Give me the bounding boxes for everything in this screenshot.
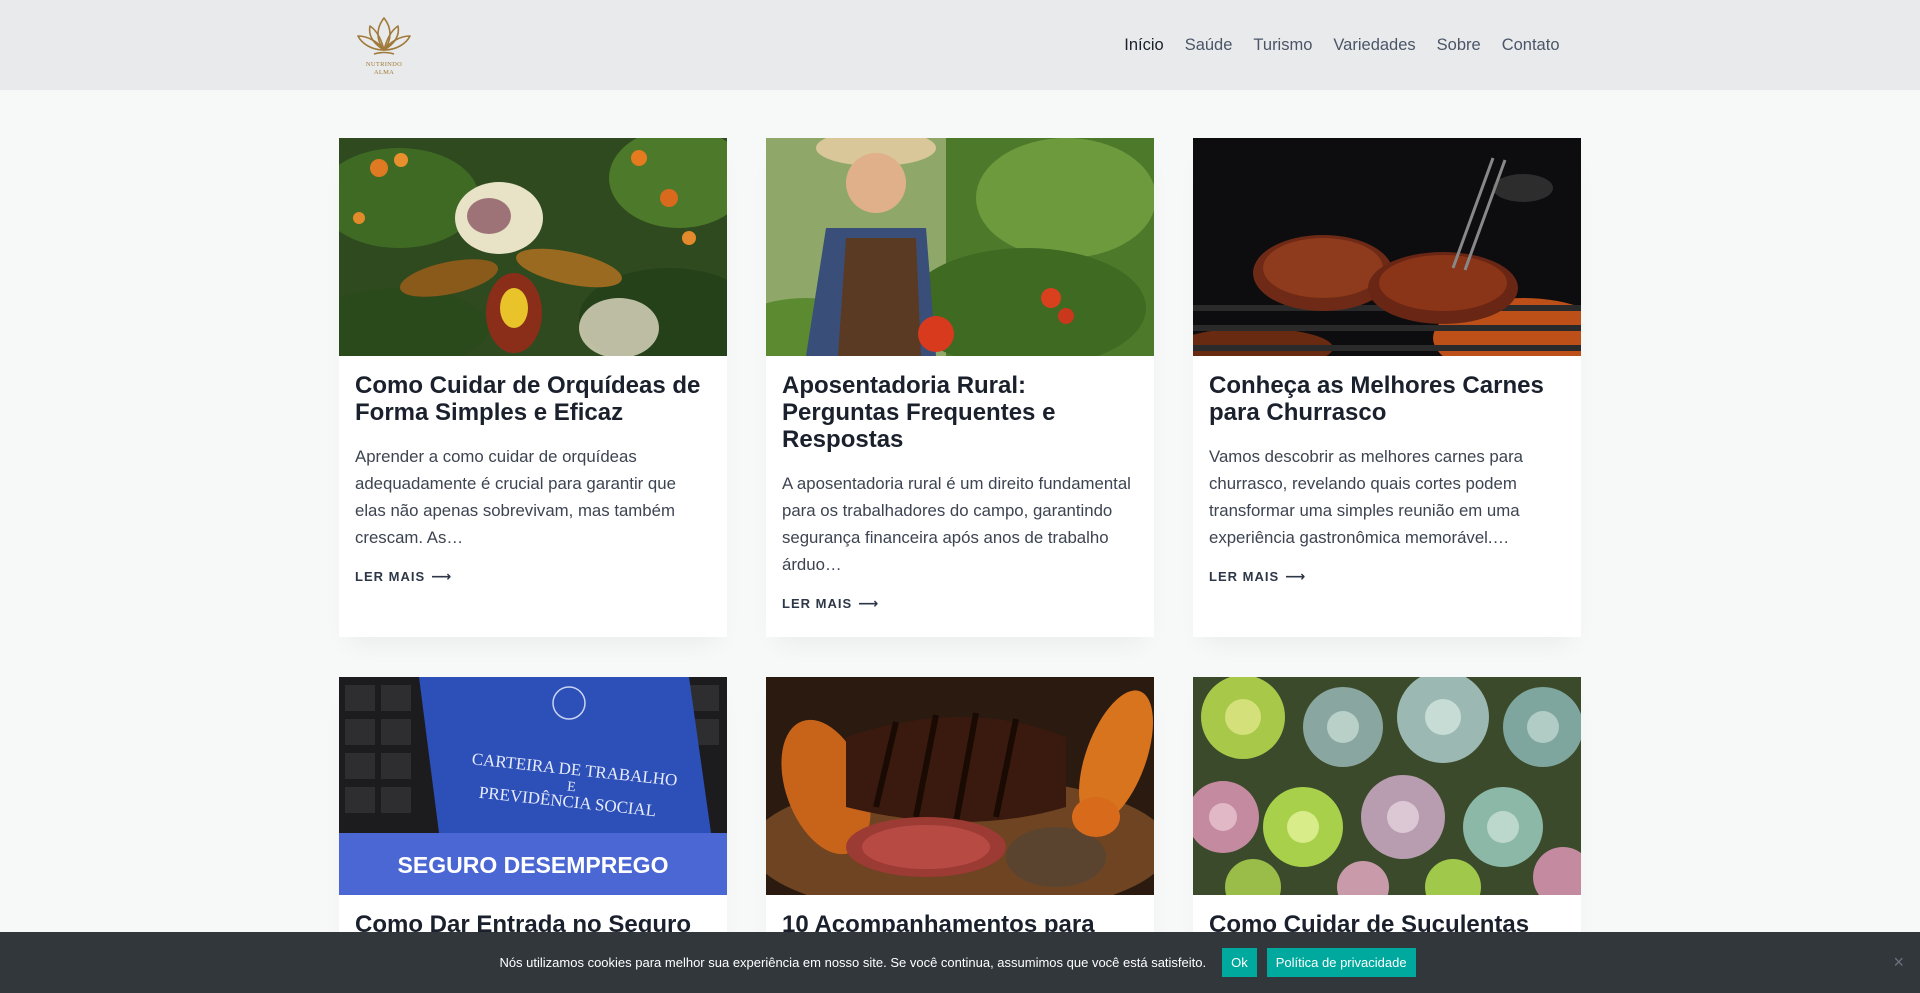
arrow-right-icon: ⟶ xyxy=(1285,568,1307,584)
read-more-label: LER MAIS xyxy=(355,569,426,584)
main-nav: Início Saúde Turismo Variedades Sobre Co… xyxy=(1114,0,1570,90)
read-more-label: LER MAIS xyxy=(1209,569,1280,584)
post-excerpt: Vamos descobrir as melhores carnes para … xyxy=(1209,447,1524,547)
grill-photo xyxy=(1193,138,1581,356)
post-thumbnail[interactable] xyxy=(766,138,1154,356)
work-card-photo: CARTEIRA DE TRABALHO E PREVIDÊNCIA SOCIA… xyxy=(339,677,727,895)
nav-item-contato[interactable]: Contato xyxy=(1491,0,1570,90)
post-thumbnail[interactable] xyxy=(1193,138,1581,356)
steak-photo xyxy=(766,677,1154,895)
close-icon[interactable]: × xyxy=(1893,952,1904,972)
succulents-photo xyxy=(1193,677,1581,895)
read-more-link[interactable]: LER MAIS ⟶ xyxy=(782,595,879,612)
site-logo[interactable]: NUTRINDO ALMA xyxy=(350,14,418,78)
post-card: Aposentadoria Rural: Perguntas Frequente… xyxy=(766,138,1154,637)
post-thumbnail[interactable] xyxy=(1193,677,1581,895)
logo-text: NUTRINDO ALMA xyxy=(366,61,402,77)
post-thumbnail[interactable] xyxy=(339,138,727,356)
banner-text: SEGURO DESEMPREGO xyxy=(398,852,669,878)
logo-text-line1: NUTRINDO xyxy=(365,61,403,68)
post-card: Como Cuidar de Orquídeas de Forma Simple… xyxy=(339,138,727,637)
post-excerpt: Aprender a como cuidar de orquídeas adeq… xyxy=(355,447,676,547)
read-more-link[interactable]: LER MAIS ⟶ xyxy=(1209,568,1306,585)
cookie-message: Nós utilizamos cookies para melhor sua e… xyxy=(499,955,1207,970)
read-more-link[interactable]: LER MAIS ⟶ xyxy=(355,568,452,585)
nav-item-turismo[interactable]: Turismo xyxy=(1243,0,1323,90)
nav-item-inicio[interactable]: Início xyxy=(1114,0,1174,90)
post-thumbnail[interactable]: CARTEIRA DE TRABALHO E PREVIDÊNCIA SOCIA… xyxy=(339,677,727,895)
orchid-photo xyxy=(339,138,727,356)
lotus-logo-icon xyxy=(357,17,411,55)
nav-item-sobre[interactable]: Sobre xyxy=(1426,0,1491,90)
cookie-consent-bar: Nós utilizamos cookies para melhor sua e… xyxy=(0,932,1920,993)
privacy-policy-button[interactable]: Política de privacidade xyxy=(1266,948,1416,977)
arrow-right-icon: ⟶ xyxy=(858,595,880,611)
arrow-right-icon: ⟶ xyxy=(431,568,453,584)
post-excerpt: A aposentadoria rural é um direito funda… xyxy=(782,474,1131,574)
cookie-ok-button[interactable]: Ok xyxy=(1222,948,1257,977)
post-card: Conheça as Melhores Carnes para Churrasc… xyxy=(1193,138,1581,637)
nav-item-variedades[interactable]: Variedades xyxy=(1323,0,1426,90)
read-more-label: LER MAIS xyxy=(782,596,853,611)
post-title[interactable]: Como Cuidar de Orquídeas de Forma Simple… xyxy=(355,372,711,426)
post-title[interactable]: Aposentadoria Rural: Perguntas Frequente… xyxy=(782,372,1138,453)
post-title[interactable]: Conheça as Melhores Carnes para Churrasc… xyxy=(1209,372,1565,426)
logo-text-line2: ALMA xyxy=(373,69,395,76)
post-thumbnail[interactable] xyxy=(766,677,1154,895)
nav-item-saude[interactable]: Saúde xyxy=(1174,0,1243,90)
farmer-photo xyxy=(766,138,1154,356)
site-header: NUTRINDO ALMA Início Saúde Turismo Varie… xyxy=(0,0,1920,90)
